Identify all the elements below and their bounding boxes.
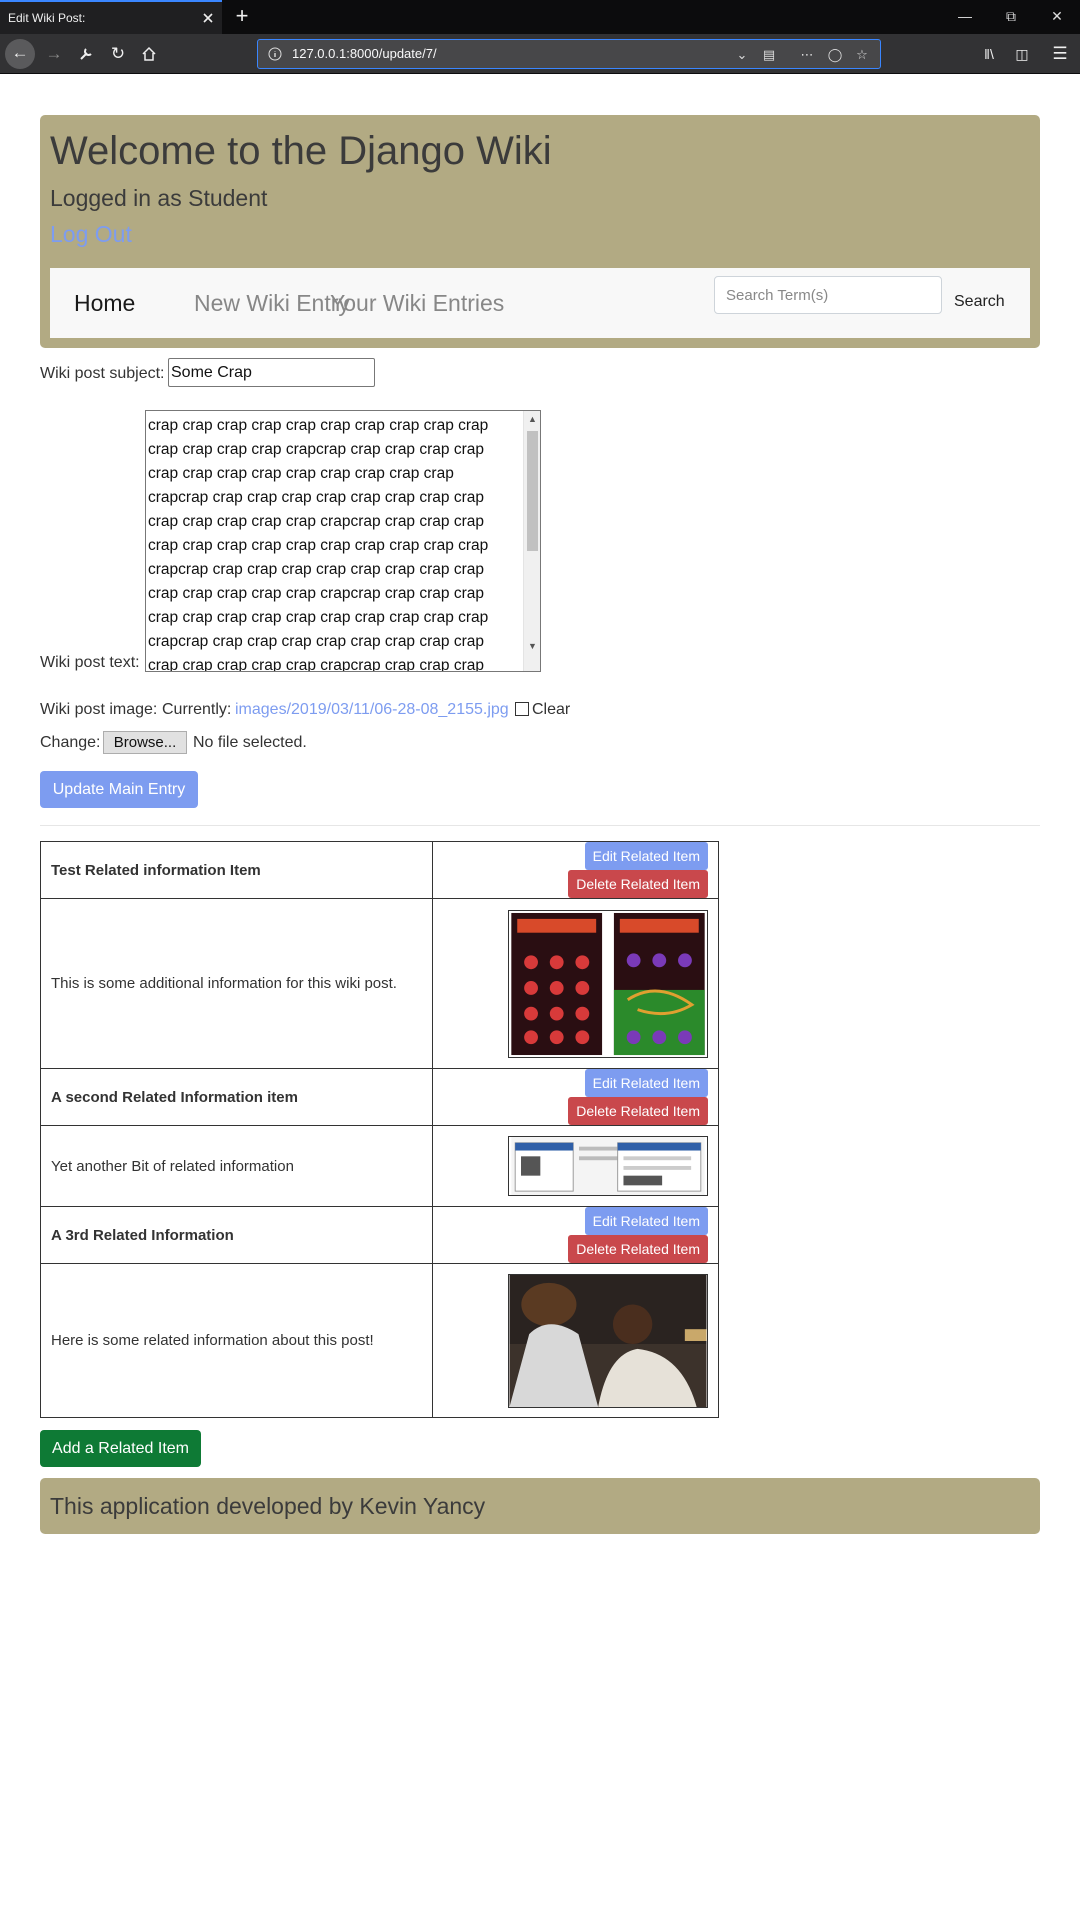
related-title: A second Related Information item [51, 1088, 298, 1106]
update-entry-button[interactable]: Update Main Entry [40, 771, 198, 808]
nav-your-entries[interactable]: Your Wiki Entries [330, 290, 504, 317]
related-title: A 3rd Related Information [51, 1226, 234, 1244]
basketball-photo [508, 1273, 708, 1408]
close-window-icon[interactable]: ✕ [1034, 0, 1080, 34]
close-icon[interactable] [200, 10, 216, 26]
url-bar[interactable]: 127.0.0.1:8000/update/7/ ⌄ ▤ ⋯ ◯ ☆ [257, 39, 881, 69]
browser-tab[interactable]: Edit Wiki Post: [0, 0, 222, 34]
info-icon[interactable] [268, 47, 282, 61]
game-cards-image [508, 909, 708, 1058]
screenshot-image [508, 1136, 708, 1196]
scrollbar[interactable]: ▲ ▼ [523, 411, 540, 671]
chevron-down-icon[interactable]: ⌄ [734, 47, 750, 63]
reader-view-icon[interactable]: ▤ [761, 47, 777, 63]
restore-icon[interactable]: ⧉ [988, 0, 1034, 34]
related-title: Test Related information Item [51, 861, 261, 879]
pocket-icon[interactable]: ◯ [827, 47, 843, 63]
subject-label: Wiki post subject: [40, 365, 165, 382]
delete-related-button[interactable]: Delete Related Item [568, 1097, 708, 1125]
page-content: Welcome to the Django Wiki Logged in as … [0, 75, 1080, 1920]
site-footer: This application developed by Kevin Yanc… [40, 1478, 1040, 1534]
back-arrow-icon[interactable]: ← [5, 39, 35, 69]
search-button[interactable]: Search [954, 293, 1005, 311]
search-input[interactable] [714, 276, 942, 314]
table-row: Test Related information Item Edit Relat… [39, 841, 719, 899]
minimize-icon[interactable]: — [942, 0, 988, 34]
related-text: Yet another Bit of related information [51, 1157, 294, 1175]
add-related-button[interactable]: Add a Related Item [40, 1430, 201, 1467]
sidebar-icon[interactable]: ◫ [1008, 40, 1036, 68]
post-text-value: crap crap crap crap crap crap crap crap … [148, 417, 489, 672]
site-header: Welcome to the Django Wiki Logged in as … [40, 115, 1040, 348]
tab-title: Edit Wiki Post: [8, 11, 86, 25]
browser-toolbar: ← → ↻ 127.0.0.1:8000/update/7/ ⌄ ▤ ⋯ ◯ ☆… [0, 34, 1080, 74]
clear-label: Clear [532, 701, 571, 718]
clear-checkbox[interactable] [515, 702, 529, 716]
menu-icon[interactable]: ☰ [1046, 40, 1074, 68]
change-label: Change: [40, 734, 101, 751]
scroll-down-icon[interactable]: ▼ [524, 638, 540, 654]
delete-related-button[interactable]: Delete Related Item [568, 870, 708, 898]
related-text: Here is some related information about t… [51, 1332, 374, 1349]
table-row: A second Related Information item Edit R… [39, 1068, 719, 1126]
no-file-text: No file selected. [193, 734, 307, 751]
table-row: This is some additional information for … [39, 898, 719, 1069]
edit-related-button[interactable]: Edit Related Item [584, 842, 708, 870]
edit-related-button[interactable]: Edit Related Item [584, 1069, 708, 1097]
related-items-table: Test Related information Item Edit Relat… [39, 841, 719, 1418]
divider [40, 825, 1040, 826]
wrench-icon[interactable] [72, 40, 100, 68]
browser-tab-bar: Edit Wiki Post: + — ⧉ ✕ [0, 0, 1080, 34]
url-text: 127.0.0.1:8000/update/7/ [292, 46, 437, 61]
subject-input[interactable] [168, 358, 375, 387]
nav-home[interactable]: Home [74, 290, 135, 317]
login-status: Logged in as Student [50, 185, 268, 211]
star-icon[interactable]: ☆ [854, 47, 870, 63]
scroll-up-icon[interactable]: ▲ [524, 411, 540, 427]
reload-icon[interactable]: ↻ [104, 40, 132, 68]
post-text-area[interactable]: crap crap crap crap crap crap crap crap … [145, 410, 541, 672]
edit-related-button[interactable]: Edit Related Item [584, 1207, 708, 1235]
current-file-link[interactable]: images/2019/03/11/06-28-08_2155.jpg [235, 701, 509, 719]
logout-link[interactable]: Log Out [50, 221, 132, 248]
forward-arrow-icon[interactable]: → [40, 40, 68, 68]
more-actions-icon[interactable]: ⋯ [799, 47, 815, 63]
home-icon[interactable] [135, 40, 163, 68]
site-title: Welcome to the Django Wiki [50, 129, 552, 173]
new-tab-button[interactable]: + [230, 5, 254, 29]
delete-related-button[interactable]: Delete Related Item [568, 1235, 708, 1263]
table-row: Yet another Bit of related information [39, 1125, 719, 1207]
footer-text: This application developed by Kevin Yanc… [50, 1493, 486, 1519]
table-row: Here is some related information about t… [39, 1263, 719, 1418]
scrollbar-thumb[interactable] [527, 431, 538, 551]
table-row: A 3rd Related Information Edit Related I… [39, 1206, 719, 1264]
library-icon[interactable]: ‖\ [975, 40, 1003, 68]
text-label: Wiki post text: [40, 654, 140, 671]
related-text: This is some additional information for … [51, 975, 397, 992]
currently-label: Currently: [162, 701, 232, 718]
nav-new-entry[interactable]: New Wiki Entry [194, 290, 350, 317]
main-navbar: Home New Wiki Entry Your Wiki Entries Se… [50, 268, 1030, 338]
browse-button[interactable]: Browse... [103, 731, 187, 754]
image-label: Wiki post image: [40, 701, 158, 718]
